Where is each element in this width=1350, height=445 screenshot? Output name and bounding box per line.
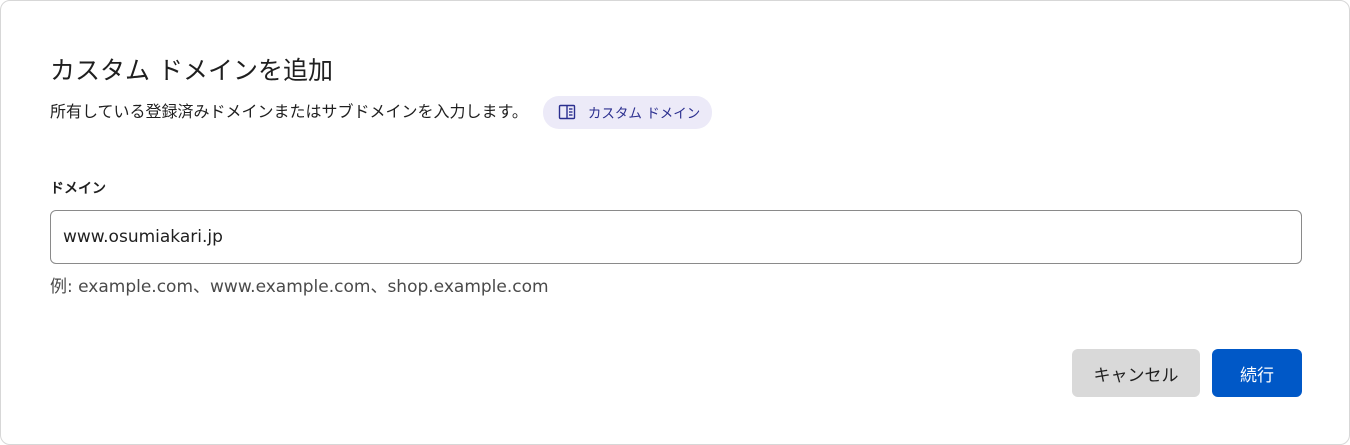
- continue-button[interactable]: 続行: [1212, 349, 1302, 397]
- cancel-button[interactable]: キャンセル: [1072, 349, 1200, 397]
- domain-field-label: ドメイン: [50, 181, 106, 197]
- dialog-subtitle-row: 所有している登録済みドメインまたはサブドメインを入力します。 カスタム ドメイン: [50, 95, 713, 129]
- custom-domain-doc-link[interactable]: カスタム ドメイン: [542, 95, 713, 129]
- dialog-subtitle: 所有している登録済みドメインまたはサブドメインを入力します。: [50, 102, 528, 121]
- custom-domain-doc-label: カスタム ドメイン: [587, 106, 701, 122]
- book-icon: [557, 102, 577, 122]
- domain-hint: 例: example.com、www.example.com、shop.exam…: [50, 277, 549, 297]
- dialog-title: カスタム ドメインを追加: [50, 56, 333, 85]
- domain-input[interactable]: [50, 210, 1302, 264]
- add-custom-domain-dialog: カスタム ドメインを追加 所有している登録済みドメインまたはサブドメインを入力し…: [0, 0, 1350, 445]
